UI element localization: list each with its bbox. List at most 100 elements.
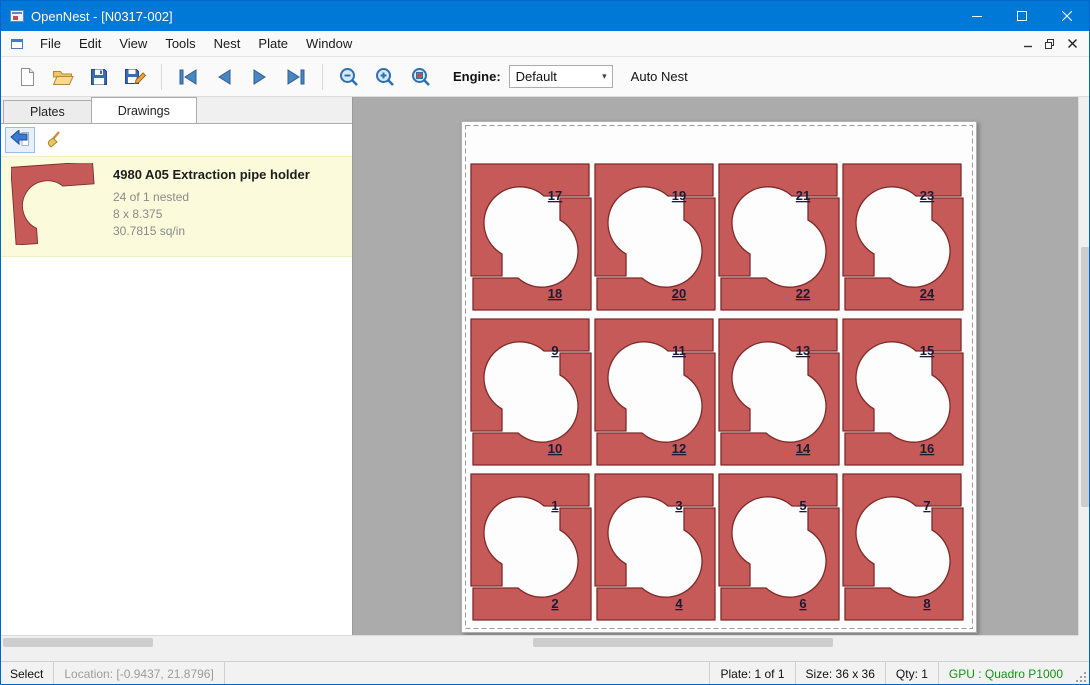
menu-file[interactable]: File: [31, 31, 70, 56]
mdi-close-button[interactable]: [1061, 34, 1083, 54]
menu-tools[interactable]: Tools: [156, 31, 204, 56]
menu-nest[interactable]: Nest: [205, 31, 250, 56]
scrollbar-corner: [1078, 635, 1090, 648]
save-button[interactable]: [83, 61, 115, 93]
new-document-button[interactable]: [11, 61, 43, 93]
menu-view[interactable]: View: [110, 31, 156, 56]
drawing-area: 30.7815 sq/in: [113, 223, 310, 240]
scrollbar-thumb[interactable]: [1081, 247, 1090, 507]
part-number-label: 6: [799, 596, 806, 611]
sidebar: Plates Drawings: [1, 97, 353, 648]
drawing-title: 4980 A05 Extraction pipe holder: [113, 167, 310, 182]
part-number-label: 24: [920, 286, 935, 301]
minimize-button[interactable]: [954, 1, 999, 31]
open-folder-icon: [51, 66, 75, 88]
drawings-panel: 4980 A05 Extraction pipe holder 24 of 1 …: [1, 123, 352, 635]
mdi-minimize-button[interactable]: [1017, 34, 1039, 54]
back-arrow-icon: [9, 130, 31, 150]
broom-icon: [43, 130, 65, 150]
tab-drawings[interactable]: Drawings: [91, 97, 197, 123]
part-number-label: 7: [923, 498, 930, 513]
mdi-restore-button[interactable]: [1039, 34, 1061, 54]
part-number-label: 9: [551, 343, 558, 358]
save-edit-button[interactable]: [119, 61, 151, 93]
drawing-nested-count: 24 of 1 nested: [113, 189, 310, 206]
toolbar-separator: [161, 64, 162, 90]
canvas-vscrollbar[interactable]: [1078, 97, 1090, 648]
save-icon: [88, 66, 110, 88]
maximize-button[interactable]: [999, 1, 1044, 31]
mdi-close-icon: [1068, 39, 1077, 48]
zoom-in-button[interactable]: [369, 61, 401, 93]
menu-window[interactable]: Window: [297, 31, 361, 56]
part-number-label: 5: [799, 498, 806, 513]
part-number-label: 21: [796, 188, 810, 203]
mdi-window-controls: [1017, 34, 1089, 54]
maximize-icon: [1017, 11, 1027, 21]
tab-plates[interactable]: Plates: [3, 100, 92, 123]
zoom-in-icon: [374, 66, 396, 88]
go-previous-button[interactable]: [208, 61, 240, 93]
part-number-label: 13: [796, 343, 810, 358]
close-button[interactable]: [1044, 1, 1089, 31]
part-number-label: 18: [548, 286, 562, 301]
part-number-label: 14: [796, 441, 811, 456]
close-icon: [1062, 11, 1072, 21]
open-file-button[interactable]: [47, 61, 79, 93]
part-thumbnail-icon: [11, 163, 99, 245]
save-edit-icon: [123, 66, 147, 88]
mdi-minimize-icon: [1024, 39, 1033, 48]
engine-select[interactable]: Default ▾: [509, 65, 613, 88]
sidebar-hscrollbar[interactable]: [1, 635, 353, 648]
part-number-label: 20: [672, 286, 686, 301]
auto-nest-button[interactable]: Auto Nest: [631, 69, 688, 84]
status-size: Size: 36 x 36: [795, 662, 885, 685]
go-next-button[interactable]: [244, 61, 276, 93]
drawing-info: 4980 A05 Extraction pipe holder 24 of 1 …: [113, 163, 310, 250]
go-first-icon: [176, 67, 200, 87]
part-number-label: 19: [672, 188, 686, 203]
part-number-label: 12: [672, 441, 686, 456]
go-first-button[interactable]: [172, 61, 204, 93]
app-window: OpenNest - [N0317-002] File Edit View To…: [0, 0, 1090, 685]
part-number-label: 15: [920, 343, 934, 358]
go-last-button[interactable]: [280, 61, 312, 93]
menu-plate[interactable]: Plate: [249, 31, 297, 56]
scrollbar-thumb[interactable]: [3, 638, 153, 647]
plate-view[interactable]: 171819202122232491011121314151612345678: [461, 121, 977, 633]
clean-button[interactable]: [39, 127, 69, 153]
chevron-down-icon: ▾: [597, 71, 612, 82]
new-document-icon: [16, 66, 38, 88]
resize-grip[interactable]: [1073, 662, 1089, 685]
drawing-thumbnail: [11, 163, 99, 250]
part-number-label: 4: [675, 596, 683, 611]
drawings-toolbar: [1, 124, 352, 156]
canvas-hscrollbar[interactable]: [353, 635, 1078, 648]
minimize-icon: [972, 11, 982, 21]
app-logo-icon: [9, 8, 25, 24]
status-gpu: GPU : Quadro P1000: [938, 662, 1073, 685]
part-number-label: 23: [920, 188, 934, 203]
menubar: File Edit View Tools Nest Plate Window: [1, 31, 1089, 57]
nest-canvas[interactable]: 171819202122232491011121314151612345678: [353, 97, 1078, 648]
part-number-label: 16: [920, 441, 934, 456]
zoom-extents-icon: [410, 66, 432, 88]
engine-label: Engine:: [453, 69, 501, 84]
scrollbar-thumb[interactable]: [533, 638, 833, 647]
part-number-label: 3: [675, 498, 682, 513]
zoom-out-button[interactable]: [333, 61, 365, 93]
toolbar-separator: [322, 64, 323, 90]
back-button[interactable]: [5, 127, 35, 153]
drawing-list-item[interactable]: 4980 A05 Extraction pipe holder 24 of 1 …: [1, 156, 352, 257]
statusbar: Select Location: [-0.9437, 21.8796] Plat…: [1, 661, 1089, 685]
titlebar: OpenNest - [N0317-002]: [1, 1, 1089, 31]
part-number-label: 2: [551, 596, 558, 611]
part-number-label: 10: [548, 441, 562, 456]
menu-edit[interactable]: Edit: [70, 31, 110, 56]
part-number-label: 11: [672, 343, 686, 358]
go-last-icon: [284, 67, 308, 87]
drawing-dimensions: 8 x 8.375: [113, 206, 310, 223]
status-qty: Qty: 1: [885, 662, 938, 685]
part-number-label: 8: [923, 596, 930, 611]
zoom-extents-button[interactable]: [405, 61, 437, 93]
